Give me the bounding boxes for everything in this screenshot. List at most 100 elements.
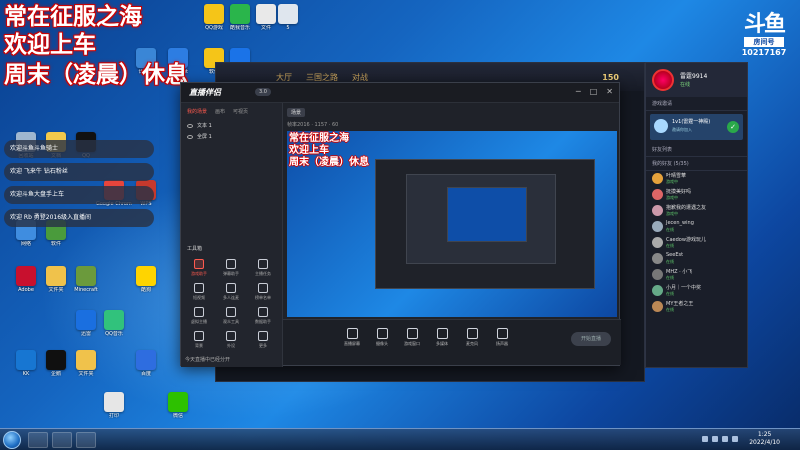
eye-icon[interactable] <box>187 134 193 139</box>
friend-item[interactable]: SeeEst 在线 <box>646 251 747 267</box>
friend-status: 在线 <box>666 307 674 312</box>
tool-item[interactable]: 游戏助手 <box>185 259 213 277</box>
desktop-icon[interactable]: 文件夹 <box>68 350 104 377</box>
game-window-button[interactable]: 游戏窗口 <box>399 328 425 347</box>
tool-label: 虚拟主播 <box>191 319 207 324</box>
invite-section-title: 游戏邀请 <box>646 97 747 111</box>
game-tab[interactable]: 大厅 <box>276 72 292 83</box>
desktop-icon[interactable]: Minecraft <box>68 266 104 293</box>
friends-group-title[interactable]: 我的好友 (5/35) <box>646 157 747 171</box>
tab-visible[interactable]: 可视页 <box>233 108 248 115</box>
friend-item[interactable]: 抱歉我的遭遇之友 游戏中 <box>646 203 747 219</box>
friend-item[interactable]: 叶晴雪華 游戏中 <box>646 171 747 187</box>
desktop-icon[interactable]: 5 <box>270 4 306 31</box>
camera-button[interactable]: 摄像头 <box>369 328 395 347</box>
preview-overlay-line: 欢迎上车 <box>289 145 329 156</box>
stream-preview[interactable]: 常在征服之海 欢迎上车 周末（凌晨）休息 <box>287 131 617 317</box>
friend-item[interactable]: MHZ · 小飞 在线 <box>646 267 747 283</box>
app-icon <box>76 350 96 370</box>
screen-capture-button[interactable]: 直播屏幕 <box>339 328 365 347</box>
eye-icon[interactable] <box>187 123 193 128</box>
tool-item[interactable]: 榜单名单 <box>249 283 277 301</box>
tool-item[interactable]: 数据助手 <box>249 307 277 325</box>
taskbar-app[interactable] <box>28 432 48 448</box>
user-name: 雷霆9914 <box>680 73 708 80</box>
speaker-button[interactable]: 扬声器 <box>489 328 515 347</box>
microphone-button[interactable]: 麦克风 <box>459 328 485 347</box>
close-icon[interactable]: ✕ <box>606 87 613 97</box>
assistant-bottom-bar: 直播屏幕 摄像头 游戏窗口 多媒体 麦克风 扬声器 开始直播 <box>283 319 621 365</box>
button-label: 直播屏幕 <box>344 341 360 346</box>
friend-item[interactable]: 抚摸美好吗 游戏中 <box>646 187 747 203</box>
app-icon <box>104 392 124 412</box>
tool-label: 更多 <box>259 343 267 348</box>
tool-item[interactable]: 弹幕助手 <box>217 259 245 277</box>
tray-icon[interactable] <box>732 436 738 442</box>
overlay-line-2: 欢迎上车 <box>4 32 96 58</box>
tool-label: 外设 <box>227 343 235 348</box>
tool-icon <box>258 259 268 269</box>
source-item[interactable]: 文本 1 <box>181 120 282 131</box>
clock[interactable]: 1:25 2022/4/10 <box>749 431 780 447</box>
tool-item[interactable]: 更多 <box>249 331 277 349</box>
start-button[interactable] <box>3 431 21 449</box>
tool-icon <box>226 259 236 269</box>
tray-icon[interactable] <box>722 436 728 442</box>
friend-avatar <box>652 189 663 200</box>
game-invite[interactable]: 1v1(雷霆一神殿) 邀请你加入 ✓ <box>650 114 743 140</box>
tool-label: 主播任务 <box>255 271 271 276</box>
desktop-icon-label: 迅雷 <box>80 331 91 337</box>
tray-icon[interactable] <box>712 436 718 442</box>
tray-icon[interactable] <box>702 436 708 442</box>
desktop-icon-label: 文件夹 <box>78 371 94 377</box>
minimize-icon[interactable]: ─ <box>576 87 581 97</box>
tool-item[interactable]: 主播任务 <box>249 259 277 277</box>
tool-item[interactable]: 背景 <box>185 331 213 349</box>
source-item[interactable]: 全屏 1 <box>181 131 282 142</box>
taskbar-app[interactable] <box>52 432 72 448</box>
stream-assistant-window[interactable]: 直播伴侣 3.0 ─ □ ✕ 我的场景 画布 可视页 文本 1 全屏 1 工具箱… <box>180 82 621 367</box>
desktop-icon[interactable]: 迅雷 <box>68 310 104 337</box>
assistant-titlebar[interactable]: 直播伴侣 3.0 ─ □ ✕ <box>181 83 619 103</box>
avatar[interactable] <box>652 69 674 91</box>
desktop-icon[interactable]: 百度 <box>128 350 164 377</box>
desktop-icon[interactable]: 打印 <box>96 392 132 419</box>
tab-scenes[interactable]: 我的场景 <box>187 108 207 115</box>
tool-item[interactable]: 外设 <box>217 331 245 349</box>
friend-avatar <box>652 221 663 232</box>
friend-item[interactable]: Jecen_wing 在线 <box>646 219 747 235</box>
taskbar-app[interactable] <box>76 432 96 448</box>
tab-canvas[interactable]: 画布 <box>215 108 225 115</box>
game-tab[interactable]: 三国之路 <box>306 72 338 83</box>
preview-stats: 帧率2016 · 1157 · 60 <box>287 122 339 128</box>
friends-panel-header: 雷霆9914 在线 <box>646 63 747 97</box>
friend-name: 抱歉我的遭遇之友 <box>666 205 707 211</box>
invite-title: 1v1(雷霆一神殿) <box>672 119 711 125</box>
app-icon <box>46 266 66 286</box>
friend-avatar <box>652 269 663 280</box>
tool-item[interactable]: 观众工具 <box>217 307 245 325</box>
source-label: 全屏 1 <box>197 134 212 140</box>
start-live-button[interactable]: 开始直播 <box>571 332 611 346</box>
tool-item[interactable]: 短视频 <box>185 283 213 301</box>
game-tab[interactable]: 对战 <box>352 72 368 83</box>
maximize-icon[interactable]: □ <box>590 87 598 97</box>
invite-subtitle: 邀请你加入 <box>672 127 692 132</box>
accept-invite-button[interactable]: ✓ <box>727 121 739 133</box>
desktop-icon-label: 百度 <box>140 371 151 377</box>
tool-item[interactable]: 虚拟主播 <box>185 307 213 325</box>
friend-item[interactable]: Caedow游戏玩儿 在线 <box>646 235 747 251</box>
tool-item[interactable]: 多人连麦 <box>217 283 245 301</box>
assistant-footer: 今天直播中已经分开 <box>185 357 231 363</box>
app-icon <box>104 310 124 330</box>
friend-item[interactable]: MY王者之王 在线 <box>646 299 747 315</box>
media-button[interactable]: 多媒体 <box>429 328 455 347</box>
desktop-icon[interactable]: 微信 <box>160 392 196 419</box>
douyu-brand: 斗鱼 房间号 10217167 <box>734 14 794 58</box>
tool-icon <box>194 283 204 293</box>
desktop-icon-label: 5 <box>286 25 290 31</box>
scene-tag[interactable]: 场景 <box>287 107 306 117</box>
tool-icon <box>258 331 268 341</box>
friend-item[interactable]: 小月｜一个中奖 在线 <box>646 283 747 299</box>
desktop-icon[interactable]: 酷狗 <box>128 266 164 293</box>
